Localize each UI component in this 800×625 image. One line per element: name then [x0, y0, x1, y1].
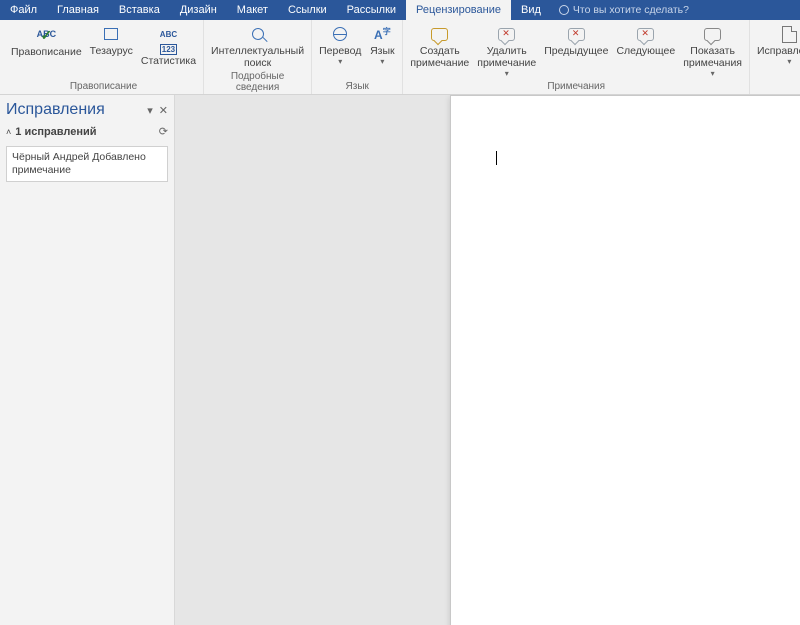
workspace: Исправления ▾ ✕ ˄ 1 исправлений ⟳ Чёрный …: [0, 95, 800, 625]
smart-lookup-button[interactable]: Интеллектуальный поиск: [208, 22, 307, 70]
pencil-icon: [782, 23, 797, 45]
group-language: Перевод A字 Язык Язык: [312, 20, 403, 94]
tab-insert[interactable]: Вставка: [109, 0, 170, 20]
text-cursor: [496, 151, 497, 165]
group-label-insights: Подробные сведения: [208, 70, 307, 95]
tab-layout[interactable]: Макет: [227, 0, 278, 20]
tab-design[interactable]: Дизайн: [170, 0, 227, 20]
globe-icon: [333, 23, 347, 45]
translate-button[interactable]: Перевод: [316, 22, 364, 67]
document-area[interactable]: [175, 95, 800, 625]
book-icon: [104, 23, 118, 45]
revisions-pane: Исправления ▾ ✕ ˄ 1 исправлений ⟳ Чёрный …: [0, 95, 175, 625]
magnifier-icon: [252, 23, 264, 45]
word-count-button[interactable]: ABC 123 Статистика: [138, 22, 199, 68]
tell-me-search[interactable]: Что вы хотите сделать?: [551, 0, 697, 20]
lightbulb-icon: [559, 5, 569, 15]
revision-count: 1 исправлений: [15, 126, 96, 138]
show-comments-button[interactable]: Показать примечания: [680, 22, 745, 79]
group-proofing: ABC Правописание Тезаурус ABC 123 Статис…: [4, 20, 204, 94]
tab-references[interactable]: Ссылки: [278, 0, 337, 20]
tab-home[interactable]: Главная: [47, 0, 109, 20]
language-icon: A字: [374, 23, 391, 45]
comment-icon: [431, 23, 448, 45]
pane-menu-icon[interactable]: ▾: [147, 104, 153, 117]
comment-next-icon: [637, 23, 654, 45]
group-label-tracking: Запись исправлений: [754, 80, 800, 94]
delete-comment-button[interactable]: Удалить примечание: [474, 22, 539, 79]
tab-strip: Файл Главная Вставка Дизайн Макет Ссылки…: [0, 0, 800, 20]
chevron-up-icon[interactable]: ˄: [6, 127, 11, 137]
new-comment-button[interactable]: Создать примечание: [407, 22, 472, 70]
tab-mailings[interactable]: Рассылки: [337, 0, 406, 20]
pane-title: Исправления: [6, 101, 105, 119]
thesaurus-button[interactable]: Тезаурус: [87, 22, 136, 58]
abc-icon: ABC: [160, 30, 177, 39]
track-changes-button[interactable]: Исправления: [754, 22, 800, 67]
check-icon: [40, 24, 52, 46]
comment-delete-icon: [498, 23, 515, 45]
spelling-button[interactable]: ABC Правописание: [8, 22, 85, 59]
next-comment-button[interactable]: Следующее: [613, 22, 678, 58]
group-insights: Интеллектуальный поиск Подробные сведени…: [204, 20, 312, 94]
comment-prev-icon: [568, 23, 585, 45]
group-label-language: Язык: [316, 80, 398, 94]
ribbon: ABC Правописание Тезаурус ABC 123 Статис…: [0, 20, 800, 95]
group-label-comments: Примечания: [407, 80, 745, 94]
group-tracking: Исправления Исправления Показать исправл…: [750, 20, 800, 94]
group-comments: Создать примечание Удалить примечание Пр…: [403, 20, 750, 94]
revision-entry[interactable]: Чёрный Андрей Добавлено примечание: [6, 146, 168, 182]
comment-show-icon: [704, 23, 721, 45]
refresh-icon[interactable]: ⟳: [159, 125, 168, 138]
tab-file[interactable]: Файл: [0, 0, 47, 20]
close-icon[interactable]: ✕: [159, 104, 168, 117]
tab-view[interactable]: Вид: [511, 0, 551, 20]
document-page[interactable]: [450, 95, 800, 625]
previous-comment-button[interactable]: Предыдущее: [541, 22, 611, 58]
n123-icon: 123: [160, 44, 177, 55]
tab-review[interactable]: Рецензирование: [406, 0, 511, 20]
language-button[interactable]: A字 Язык: [366, 22, 398, 67]
group-label-proofing: Правописание: [8, 80, 199, 94]
